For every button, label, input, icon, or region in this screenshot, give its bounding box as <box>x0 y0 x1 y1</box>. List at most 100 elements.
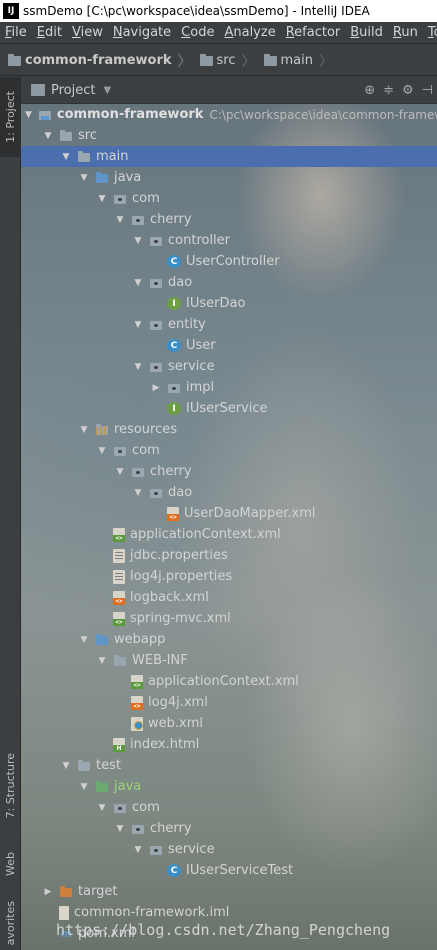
menu-item-view[interactable]: View <box>67 25 108 40</box>
expand-arrow-icon[interactable]: ▼ <box>97 656 107 666</box>
tree-node-src[interactable]: ▼ src <box>21 125 437 146</box>
tree-node-java[interactable]: ▼ java <box>21 776 437 797</box>
expand-arrow-icon[interactable]: ▼ <box>133 236 143 246</box>
interface-icon: I <box>167 297 181 310</box>
chevron-down-icon[interactable]: ▼ <box>103 85 111 96</box>
breadcrumb-label: main <box>280 53 313 68</box>
expand-arrow-icon[interactable]: ▼ <box>115 467 125 477</box>
tree-node-log4j-properties[interactable]: log4j.properties <box>21 566 437 587</box>
tree-node-target[interactable]: ▶ target <box>21 881 437 902</box>
hide-icon[interactable]: ⊣ <box>422 83 433 98</box>
tree-node-label: src <box>78 128 97 143</box>
folder-icon <box>199 53 213 66</box>
expand-arrow-icon[interactable]: ▼ <box>97 803 107 813</box>
menu-item-run[interactable]: Run <box>388 25 423 40</box>
tab-favorites-label: avorites <box>4 901 17 946</box>
tree-node-common-framework[interactable]: ▼ common-framework C:\pc\workspace\idea\co… <box>21 104 437 125</box>
tree-node-java[interactable]: ▼ java <box>21 167 437 188</box>
tree-node-service[interactable]: ▼ service <box>21 839 437 860</box>
tab-project-label: 1: Project <box>4 91 17 143</box>
menu-item-navigate[interactable]: Navigate <box>108 25 176 40</box>
tree-node-iuserservicetest[interactable]: C IUserServiceTest <box>21 860 437 881</box>
expand-arrow-icon[interactable]: ▼ <box>61 152 71 162</box>
tree-node-iuserservice[interactable]: I IUserService <box>21 398 437 419</box>
menu-item-build[interactable]: Build <box>345 25 388 40</box>
tree-node-label: dao <box>168 485 193 500</box>
tab-favorites[interactable]: avorites <box>0 897 21 950</box>
gear-icon[interactable]: ⚙ <box>402 83 414 98</box>
expand-arrow-icon[interactable]: ▼ <box>133 362 143 372</box>
expand-arrow-icon[interactable]: ▼ <box>97 446 107 456</box>
menu-item-code[interactable]: Code <box>176 25 219 40</box>
tree-node-applicationcontext-xml[interactable]: applicationContext.xml <box>21 671 437 692</box>
tree-node-user[interactable]: C User <box>21 335 437 356</box>
tab-project[interactable]: 1: Project <box>0 77 21 157</box>
collapse-arrow-icon[interactable]: ▶ <box>151 383 161 393</box>
tree-node-common-framework-iml[interactable]: common-framework.iml <box>21 902 437 923</box>
tree-node-web-inf[interactable]: ▼ WEB-INF <box>21 650 437 671</box>
breadcrumb-item-src[interactable]: src 〉 <box>192 51 256 71</box>
tab-web[interactable]: Web <box>0 840 21 888</box>
menu-item-too[interactable]: Too <box>423 25 437 40</box>
expand-arrow-icon[interactable]: ▼ <box>25 110 32 120</box>
expand-arrow-icon[interactable]: ▼ <box>79 425 89 435</box>
expand-arrow-icon[interactable]: ▼ <box>79 173 89 183</box>
tree-node-logback-xml[interactable]: logback.xml <box>21 587 437 608</box>
tree-node-label: IUserService <box>186 401 268 416</box>
tree-node-dao[interactable]: ▼ dao <box>21 482 437 503</box>
tree-node-iuserdao[interactable]: I IUserDao <box>21 293 437 314</box>
tree-node-controller[interactable]: ▼ controller <box>21 230 437 251</box>
expand-arrow-icon[interactable]: ▼ <box>133 845 143 855</box>
expand-arrow-icon[interactable]: ▼ <box>115 215 125 225</box>
expand-arrow-icon[interactable]: ▼ <box>43 131 53 141</box>
tree-node-usercontroller[interactable]: C UserController <box>21 251 437 272</box>
tab-web-label: Web <box>4 852 17 876</box>
expand-arrow-icon[interactable]: ▼ <box>115 824 125 834</box>
tree-node-jdbc-properties[interactable]: jdbc.properties <box>21 545 437 566</box>
tree-node-label: com <box>132 443 160 458</box>
expand-arrow-icon[interactable]: ▼ <box>133 488 143 498</box>
folder-icon <box>8 53 21 66</box>
expand-arrow-icon[interactable]: ▼ <box>79 635 89 645</box>
project-view-selector[interactable]: Project <box>51 83 95 98</box>
tree-node-service[interactable]: ▼ service <box>21 356 437 377</box>
tree-node-resources[interactable]: ▼ resources <box>21 419 437 440</box>
tree-node-main[interactable]: ▼ main <box>21 146 437 167</box>
tree-node-applicationcontext-xml[interactable]: applicationContext.xml <box>21 524 437 545</box>
tree-node-cherry[interactable]: ▼ cherry <box>21 818 437 839</box>
collapse-arrow-icon[interactable]: ▶ <box>43 887 53 897</box>
collapse-icon[interactable]: ≑ <box>383 83 394 98</box>
expand-arrow-icon[interactable]: ▼ <box>79 782 89 792</box>
expand-arrow-icon[interactable]: ▼ <box>97 194 107 204</box>
tab-structure[interactable]: 7: Structure <box>0 742 21 830</box>
tree-node-webapp[interactable]: ▼ webapp <box>21 629 437 650</box>
tree-node-index-html[interactable]: index.html <box>21 734 437 755</box>
tree-node-label: cherry <box>150 212 192 227</box>
menu-item-analyze[interactable]: Analyze <box>219 25 280 40</box>
tree-node-com[interactable]: ▼ com <box>21 188 437 209</box>
breadcrumb-item-main[interactable]: main 〉 <box>256 51 333 71</box>
tree-node-spring-mvc-xml[interactable]: spring-mvc.xml <box>21 608 437 629</box>
tree-node-com[interactable]: ▼ com <box>21 440 437 461</box>
breadcrumb-item-common-framework[interactable]: common-framework 〉 <box>0 51 192 71</box>
expand-arrow-icon[interactable]: ▼ <box>133 278 143 288</box>
tree-node-entity[interactable]: ▼ entity <box>21 314 437 335</box>
tree-node-web-xml[interactable]: web.xml <box>21 713 437 734</box>
tree-node-cherry[interactable]: ▼ cherry <box>21 209 437 230</box>
tree-node-label: controller <box>168 233 231 248</box>
tree-node-dao[interactable]: ▼ dao <box>21 272 437 293</box>
test-folder-icon <box>95 780 109 794</box>
tree-node-impl[interactable]: ▶ impl <box>21 377 437 398</box>
menu-item-file[interactable]: File <box>0 25 32 40</box>
tree-node-log4j-xml[interactable]: log4j.xml <box>21 692 437 713</box>
tree-node-label: service <box>168 842 215 857</box>
menu-item-edit[interactable]: Edit <box>32 25 67 40</box>
tree-node-com[interactable]: ▼ com <box>21 797 437 818</box>
menu-item-refactor[interactable]: Refactor <box>281 25 346 40</box>
tree-node-userdaomapper-xml[interactable]: UserDaoMapper.xml <box>21 503 437 524</box>
expand-arrow-icon[interactable]: ▼ <box>133 320 143 330</box>
expand-arrow-icon[interactable]: ▼ <box>61 761 71 771</box>
tree-node-test[interactable]: ▼ test <box>21 755 437 776</box>
target-icon[interactable]: ⊕ <box>364 83 375 98</box>
tree-node-cherry[interactable]: ▼ cherry <box>21 461 437 482</box>
